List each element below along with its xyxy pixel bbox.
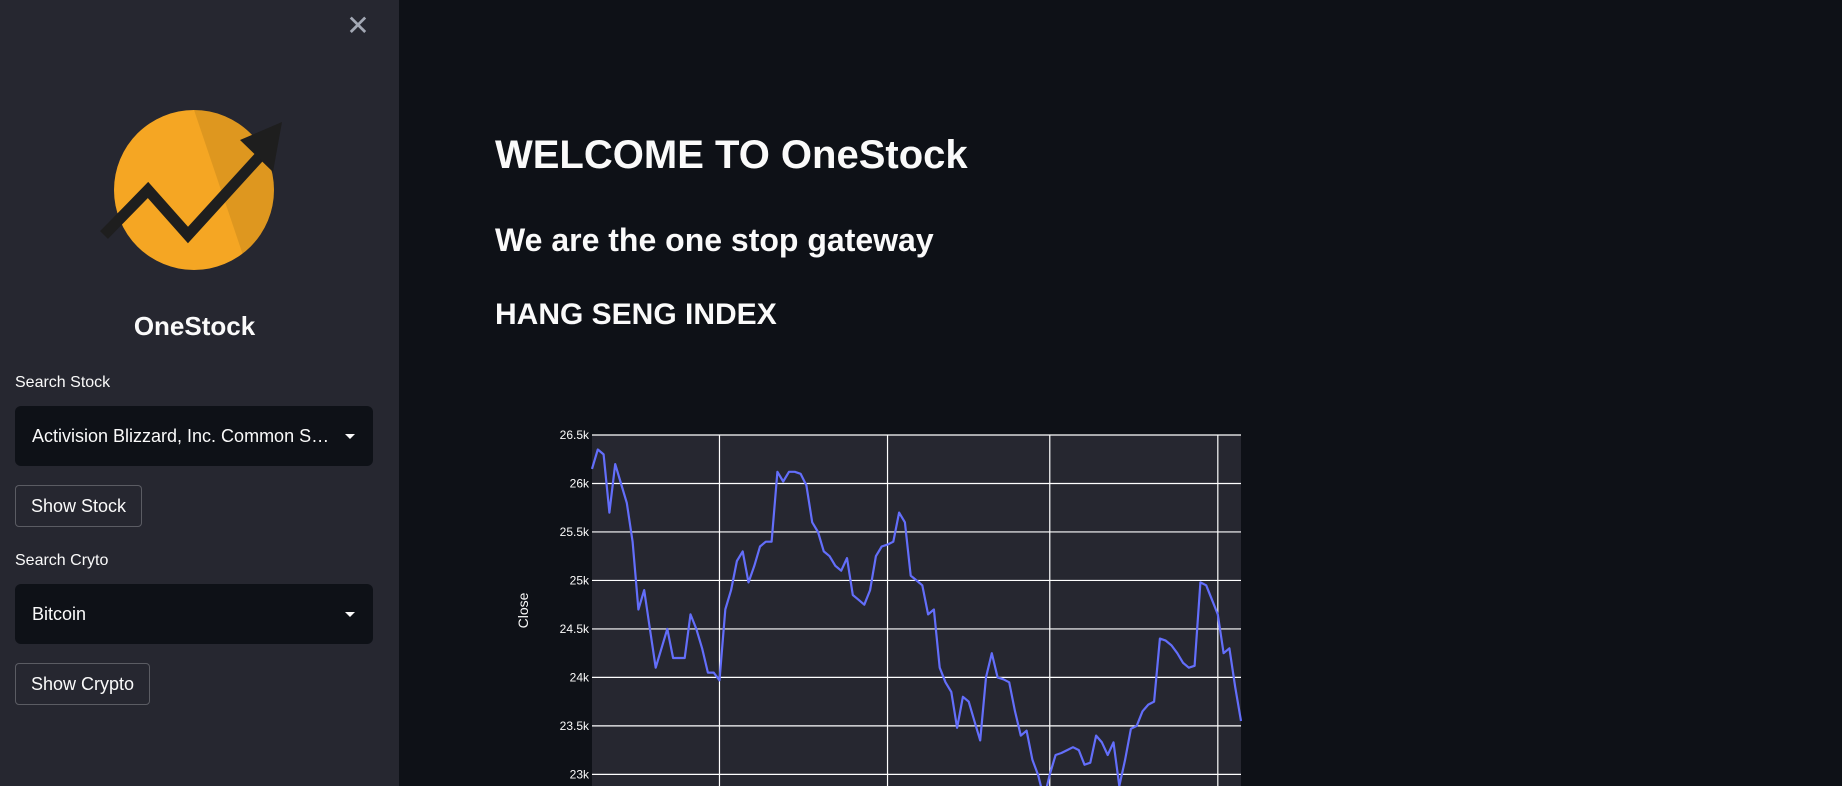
chevron-down-icon <box>345 433 355 439</box>
y-tick-label: 25.5k <box>560 525 590 539</box>
y-tick-label: 23k <box>570 767 590 781</box>
show-crypto-button[interactable]: Show Crypto <box>15 663 151 705</box>
page-title: WELCOME TO OneStock <box>495 133 968 177</box>
page-subtitle: We are the one stop gateway <box>495 222 934 258</box>
plot-area <box>592 435 1241 786</box>
crypto-select[interactable]: Bitcoin <box>15 584 373 644</box>
search-stock-label: Search Stock <box>15 374 111 391</box>
chevron-down-icon <box>345 611 355 617</box>
y-tick-label: 24.5k <box>560 622 590 636</box>
crypto-select-value: Bitcoin <box>32 603 87 624</box>
search-crypto-label: Search Cryto <box>15 552 109 569</box>
show-stock-button[interactable]: Show Stock <box>15 485 143 527</box>
y-axis-label: Close <box>515 592 531 628</box>
hang-seng-chart[interactable]: 23k 23.5k 24k 24.5k 25k 25.5k 26k 26.5k Close <box>500 420 1250 786</box>
y-tick-label: 25k <box>570 573 590 587</box>
stock-select-value: Activision Blizzard, Inc. Common St… <box>32 425 333 446</box>
y-tick-label: 26.5k <box>560 428 590 442</box>
sidebar: ✕ OneStock Search Stock Activision Blizz… <box>0 0 399 786</box>
close-sidebar-icon[interactable]: ✕ <box>346 12 370 40</box>
y-tick-label: 26k <box>570 476 590 490</box>
onestock-logo <box>100 110 282 270</box>
index-title: HANG SENG INDEX <box>495 298 777 331</box>
brand-name: OneStock <box>133 311 256 341</box>
stock-select[interactable]: Activision Blizzard, Inc. Common St… <box>15 406 373 466</box>
y-tick-label: 24k <box>570 670 590 684</box>
y-tick-label: 23.5k <box>560 719 590 733</box>
